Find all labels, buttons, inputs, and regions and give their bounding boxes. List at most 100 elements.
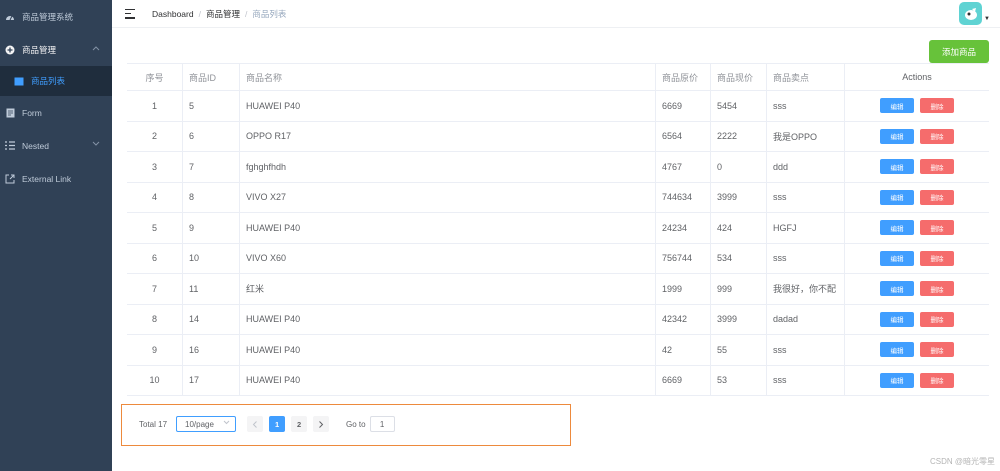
chevron-down-icon [92,140,100,149]
sidebar-item-label: Form [22,107,42,118]
cell-name: HUAWEI P40 [240,304,656,334]
cell-id: 14 [183,304,240,334]
cell-current-price: 0 [711,152,767,182]
cell-current-price: 53 [711,365,767,395]
table-row: 3 7 fghghfhdh 4767 0 ddd 编辑 删除 [127,152,989,183]
column-header-selling-point: 商品卖点 [767,64,845,90]
sidebar-item-label: 商品管理 [22,44,57,55]
add-goods-button[interactable]: 添加商品 [929,40,989,63]
table-row: 1 5 HUAWEI P40 6669 5454 sss 编辑 删除 [127,91,989,122]
cell-index: 6 [127,243,183,273]
table-row: 10 17 HUAWEI P40 6669 53 sss 编辑 删除 [127,365,989,396]
cell-id: 11 [183,274,240,304]
delete-button[interactable]: 删除 [920,372,954,388]
sidebar-item-goods-list[interactable]: 商品列表 [0,66,112,96]
avatar[interactable] [959,2,982,25]
column-header-actions: Actions [902,72,932,82]
cell-name: HUAWEI P40 [240,91,656,121]
delete-button[interactable]: 删除 [920,220,954,236]
delete-button[interactable]: 删除 [920,128,954,144]
delete-button[interactable]: 删除 [920,342,954,358]
cell-id: 8 [183,182,240,212]
page-button-2[interactable]: 2 [291,416,308,432]
cell-selling-point: ddd [767,152,845,182]
cell-actions: 编辑 删除 [845,366,989,396]
edit-button[interactable]: 编辑 [880,281,914,297]
edit-button[interactable]: 编辑 [880,311,914,327]
cell-name: OPPO R17 [240,121,656,151]
cell-original-price: 24234 [656,213,711,243]
cell-actions: 编辑 删除 [845,183,989,213]
hamburger-icon[interactable] [125,8,135,19]
sidebar-item-nested[interactable]: Nested [0,129,112,162]
cell-original-price: 6669 [656,91,711,121]
edit-button[interactable]: 编辑 [880,189,914,205]
cell-current-price: 534 [711,243,767,273]
delete-button[interactable]: 删除 [920,250,954,266]
breadcrumb-goods-management[interactable]: 商品管理 [206,8,240,20]
delete-button[interactable]: 删除 [920,98,954,114]
cell-name: HUAWEI P40 [240,365,656,395]
chevron-right-icon [319,420,324,428]
delete-button[interactable]: 删除 [920,281,954,297]
watermark: CSDN @暗光零星 [929,457,995,466]
table-row: 6 10 VIVO X60 756744 534 sss 编辑 删除 [127,243,989,274]
cell-current-price: 3999 [711,304,767,334]
page-size-select[interactable]: 10/page [176,416,237,432]
cell-original-price: 42 [656,335,711,365]
next-page-button[interactable] [313,416,330,432]
edit-button[interactable]: 编辑 [880,250,914,266]
plus-circle-icon [5,45,15,55]
breadcrumb-dashboard[interactable]: Dashboard [152,9,194,19]
goto-label: Go to [346,419,366,429]
edit-button[interactable]: 编辑 [880,220,914,236]
sidebar-item-form[interactable]: Form [0,96,112,129]
sidebar-item-external-link[interactable]: External Link [0,162,112,195]
cell-actions: 编辑 删除 [845,274,989,304]
column-header-original-price: 商品原价 [656,64,711,90]
chevron-down-icon [223,420,230,427]
cell-index: 2 [127,121,183,151]
column-header-id: 商品ID [183,64,240,90]
cell-id: 7 [183,152,240,182]
cell-id: 9 [183,213,240,243]
edit-button[interactable]: 编辑 [880,372,914,388]
column-header-name: 商品名称 [240,64,656,90]
avatar-icon [964,7,977,20]
cell-current-price: 2222 [711,121,767,151]
sidebar-title: 商品管理系统 [22,11,74,22]
caret-down-icon[interactable]: ▼ [984,16,990,22]
cell-selling-point: sss [767,91,845,121]
cell-original-price: 42342 [656,304,711,334]
edit-button[interactable]: 编辑 [880,98,914,114]
cell-original-price: 6564 [656,121,711,151]
cell-name: 红米 [240,274,656,304]
cell-name: VIVO X27 [240,182,656,212]
chevron-up-icon [92,44,100,53]
cell-selling-point: HGFJ [767,213,845,243]
edit-button[interactable]: 编辑 [880,159,914,175]
delete-button[interactable]: 删除 [920,189,954,205]
table-row: 9 16 HUAWEI P40 42 55 sss 编辑 删除 [127,335,989,366]
page-button-1[interactable]: 1 [269,416,286,432]
sidebar-item-dashboard[interactable]: 商品管理系统 [0,0,112,33]
cell-current-price: 3999 [711,182,767,212]
cell-original-price: 6669 [656,365,711,395]
edit-button[interactable]: 编辑 [880,128,914,144]
cell-id: 16 [183,335,240,365]
goto-page-input[interactable]: 1 [369,416,395,432]
edit-button[interactable]: 编辑 [880,342,914,358]
table-row: 8 14 HUAWEI P40 42342 3999 dadad 编辑 删除 [127,304,989,335]
breadcrumb: Dashboard / 商品管理 / 商品列表 [152,8,286,20]
delete-button[interactable]: 删除 [920,311,954,327]
breadcrumb-separator: / [244,8,248,19]
delete-button[interactable]: 删除 [920,159,954,175]
cell-actions: 编辑 删除 [845,152,989,182]
chevron-left-icon [252,420,257,428]
cell-selling-point: sss [767,243,845,273]
cell-current-price: 999 [711,274,767,304]
sidebar-item-goods-management[interactable]: 商品管理 [0,33,112,66]
cell-id: 6 [183,121,240,151]
cell-selling-point: 我是OPPO [767,121,845,151]
prev-page-button[interactable] [247,416,264,432]
